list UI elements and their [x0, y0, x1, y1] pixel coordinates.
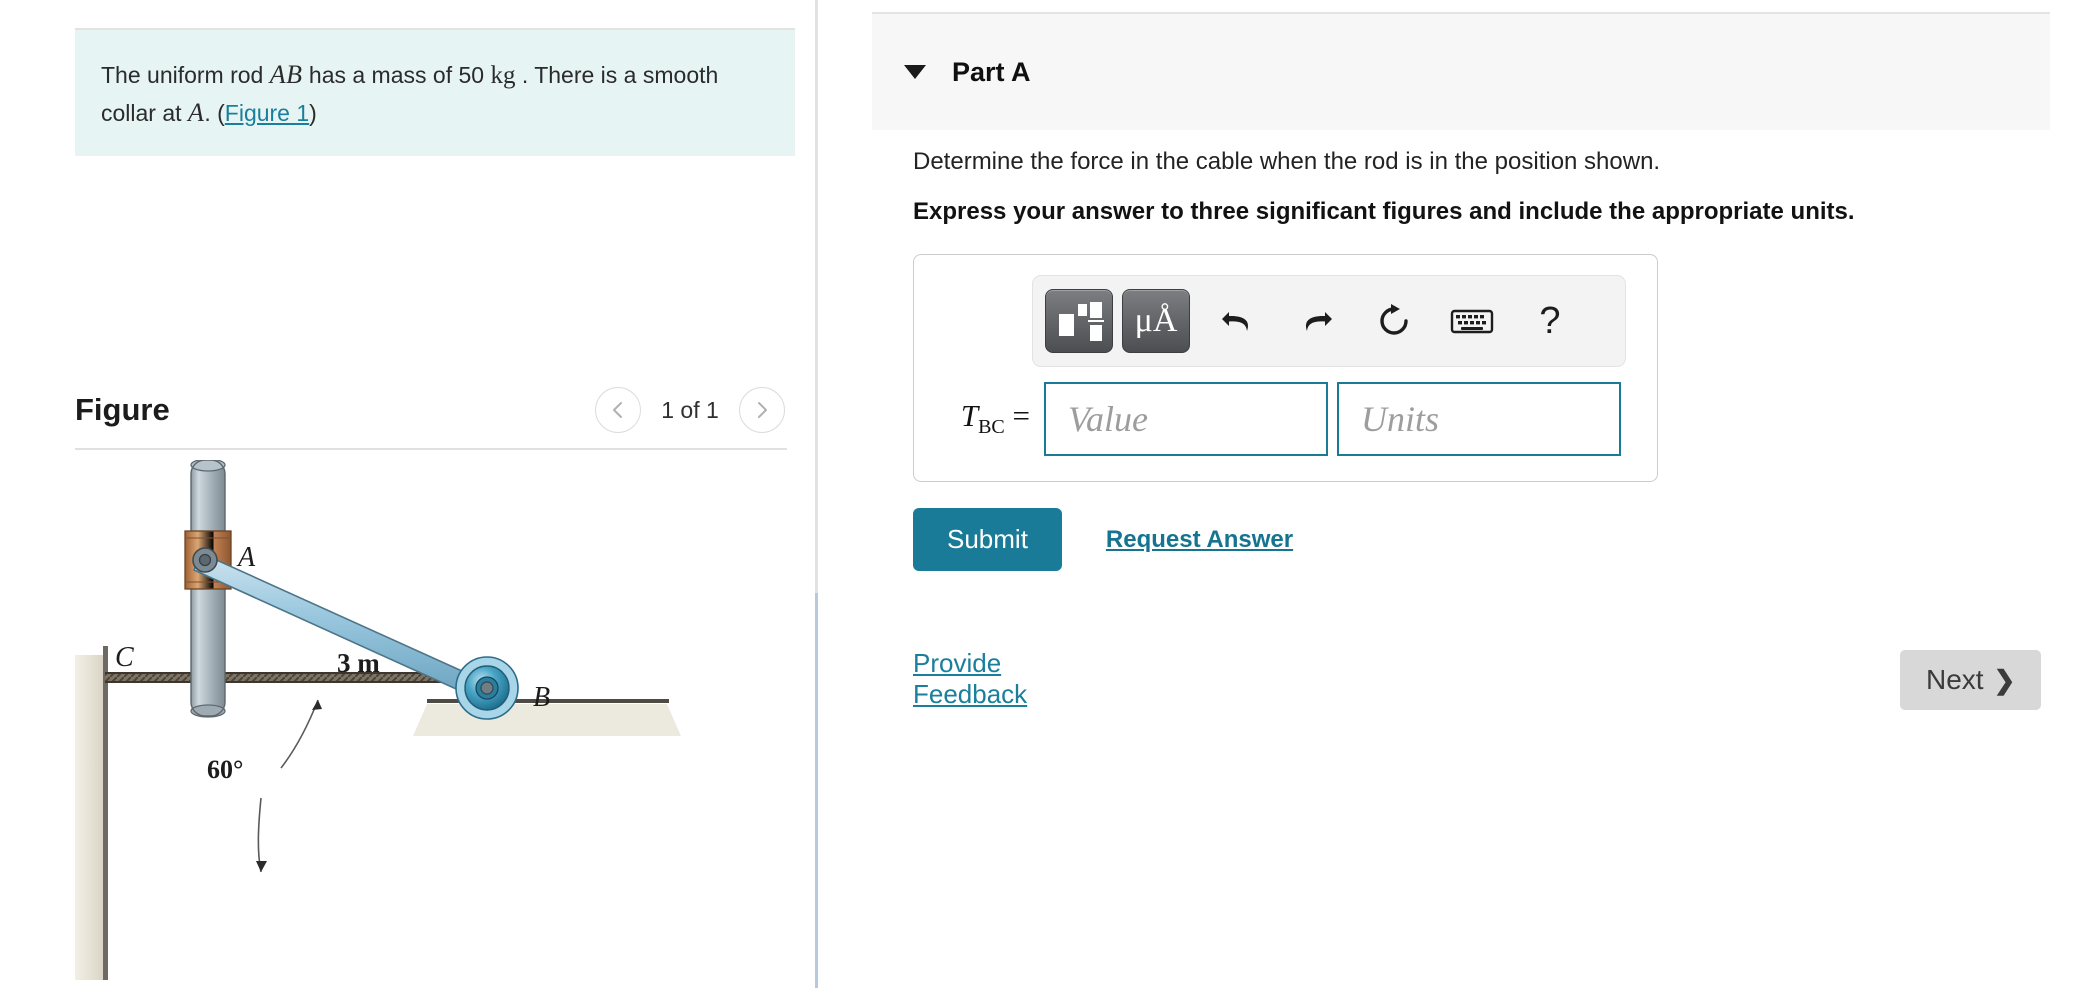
- help-label: ?: [1539, 300, 1561, 342]
- math-template-icon[interactable]: [1045, 289, 1113, 353]
- variable-ab: AB: [269, 60, 303, 89]
- chevron-left-icon[interactable]: [595, 387, 641, 433]
- math-toolbar: μÅ ?: [1032, 275, 1626, 367]
- label-c: C: [115, 642, 134, 673]
- statement-text-4: . (: [204, 100, 225, 127]
- roller-b: [455, 656, 519, 720]
- answer-input-row: TBC = Value Units: [928, 379, 1644, 459]
- figure-divider: [75, 448, 787, 450]
- pin-joint-a: [192, 547, 218, 573]
- submit-row: Submit Request Answer: [913, 508, 1293, 571]
- figure-1-link[interactable]: Figure 1: [225, 100, 309, 126]
- answer-entry-box: μÅ ? TBC = Value Units: [913, 254, 1658, 482]
- part-title: Part A: [952, 56, 1031, 87]
- statement-text-1: The uniform rod: [101, 62, 270, 88]
- right-panel: Part A Determine the force in the cable …: [818, 0, 2074, 988]
- figure-pager: 1 of 1: [595, 387, 785, 433]
- chevron-right-icon: ❯: [1993, 664, 2016, 695]
- label-length: 3 m: [337, 648, 380, 678]
- label-b: B: [533, 682, 550, 713]
- request-answer-link[interactable]: Request Answer: [1106, 526, 1293, 554]
- figure-diagram: 3 m 60° A B C: [75, 460, 787, 980]
- keyboard-icon[interactable]: [1433, 290, 1511, 352]
- caret-down-icon[interactable]: [904, 65, 926, 79]
- part-a-header[interactable]: Part A: [872, 12, 2050, 130]
- variable-a: A: [187, 98, 205, 128]
- angle-leader: [256, 797, 267, 873]
- chevron-right-icon[interactable]: [739, 387, 785, 433]
- next-button[interactable]: Next ❯: [1900, 650, 2042, 710]
- answer-variable-label: TBC =: [960, 398, 1030, 439]
- reset-icon[interactable]: [1355, 290, 1433, 352]
- value-placeholder: Value: [1068, 399, 1148, 439]
- figure-header: Figure 1 of 1: [75, 380, 785, 440]
- figure-page-count: 1 of 1: [661, 396, 719, 423]
- problem-statement-text: The uniform rod AB has a mass of 50 kg .…: [101, 56, 769, 132]
- submit-button[interactable]: Submit: [913, 508, 1062, 571]
- wall-support: [75, 646, 108, 980]
- unit-kg: kg: [490, 62, 516, 89]
- statement-text-5: ): [309, 100, 317, 127]
- question-mark-icon[interactable]: ?: [1511, 290, 1589, 352]
- problem-statement: The uniform rod AB has a mass of 50 kg .…: [75, 28, 795, 156]
- units-placeholder: Units: [1361, 399, 1440, 439]
- part-prompt: Determine the force in the cable when th…: [913, 148, 1661, 175]
- statement-text-2: has a mass of 50: [302, 62, 491, 88]
- next-label: Next: [1926, 664, 1984, 695]
- label-a: A: [236, 542, 256, 573]
- left-panel: The uniform rod AB has a mass of 50 kg .…: [0, 0, 816, 988]
- mu-angstrom-label: μÅ: [1134, 302, 1178, 339]
- units-input[interactable]: Units: [1337, 382, 1621, 456]
- length-leader: [280, 699, 322, 769]
- undo-icon[interactable]: [1199, 290, 1277, 352]
- redo-icon[interactable]: [1277, 290, 1355, 352]
- figure-title: Figure: [75, 392, 170, 427]
- mu-angstrom-icon[interactable]: μÅ: [1122, 289, 1190, 353]
- part-instruction: Express your answer to three significant…: [913, 198, 1855, 225]
- label-angle: 60°: [207, 755, 243, 784]
- page-root: The uniform rod AB has a mass of 50 kg .…: [0, 0, 2074, 988]
- provide-feedback-link[interactable]: Provide Feedback: [913, 648, 1027, 710]
- math-template-glyph: [1059, 302, 1104, 341]
- value-input[interactable]: Value: [1044, 382, 1328, 456]
